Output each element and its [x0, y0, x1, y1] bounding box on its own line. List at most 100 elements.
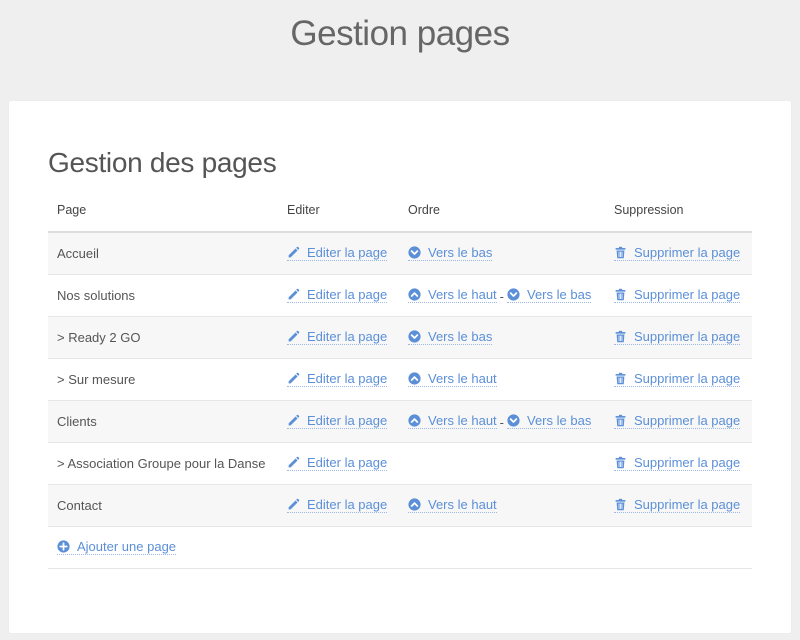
- pencil-icon: [287, 288, 307, 301]
- move-up-link-label: Vers le haut: [428, 287, 497, 302]
- add-page-row: Ajouter une page: [48, 526, 752, 569]
- move-down-link[interactable]: Vers le bas: [408, 329, 493, 345]
- column-header-order: Ordre: [399, 189, 605, 233]
- circle-chevron-down-icon: [408, 330, 428, 343]
- edit-page-link-label: Editer la page: [307, 287, 388, 302]
- trash-icon: [614, 414, 634, 427]
- order-cell: Vers le haut - Vers le bas: [399, 274, 605, 317]
- pencil-icon: [287, 456, 307, 469]
- pages-card: Gestion des pages Page Editer Ordre Supp…: [9, 101, 791, 633]
- edit-page-link[interactable]: Editer la page: [287, 245, 388, 261]
- delete-page-link-label: Supprimer la page: [634, 455, 741, 470]
- table-header-row: Page Editer Ordre Suppression: [48, 189, 752, 233]
- move-down-link[interactable]: Vers le bas: [408, 245, 493, 261]
- move-up-link-label: Vers le haut: [428, 371, 497, 386]
- delete-page-link-label: Supprimer la page: [634, 245, 741, 260]
- edit-page-link-label: Editer la page: [307, 371, 388, 386]
- table-row: > Ready 2 GO Editer la page Vers le bas Sup…: [48, 316, 752, 359]
- pencil-icon: [287, 372, 307, 385]
- circle-chevron-down-icon: [507, 414, 527, 427]
- delete-cell: Supprimer la page: [605, 484, 752, 527]
- move-down-link[interactable]: Vers le bas: [507, 287, 592, 303]
- delete-cell: Supprimer la page: [605, 442, 752, 485]
- edit-cell: Editer la page: [278, 274, 399, 317]
- column-header-page: Page: [48, 189, 278, 233]
- order-cell: Vers le bas: [399, 232, 605, 275]
- move-down-link-label: Vers le bas: [428, 329, 493, 344]
- edit-cell: Editer la page: [278, 316, 399, 359]
- delete-page-link[interactable]: Supprimer la page: [614, 287, 741, 303]
- trash-icon: [614, 372, 634, 385]
- edit-page-link-label: Editer la page: [307, 413, 388, 428]
- trash-icon: [614, 498, 634, 511]
- delete-page-link[interactable]: Supprimer la page: [614, 413, 741, 429]
- delete-page-link[interactable]: Supprimer la page: [614, 455, 741, 471]
- delete-page-link[interactable]: Supprimer la page: [614, 329, 741, 345]
- circle-chevron-down-icon: [408, 246, 428, 259]
- order-cell: Vers le bas: [399, 316, 605, 359]
- add-page-cell: Ajouter une page: [48, 526, 752, 569]
- edit-cell: Editer la page: [278, 484, 399, 527]
- delete-page-link[interactable]: Supprimer la page: [614, 371, 741, 387]
- edit-cell: Editer la page: [278, 358, 399, 401]
- order-cell: [399, 442, 605, 485]
- move-up-link[interactable]: Vers le haut: [408, 371, 497, 387]
- move-down-link-label: Vers le bas: [428, 245, 493, 260]
- trash-icon: [614, 288, 634, 301]
- edit-page-link[interactable]: Editer la page: [287, 413, 388, 429]
- delete-page-link-label: Supprimer la page: [634, 287, 741, 302]
- circle-chevron-down-icon: [507, 288, 527, 301]
- move-up-link[interactable]: Vers le haut: [408, 413, 497, 429]
- edit-page-link[interactable]: Editer la page: [287, 455, 388, 471]
- add-page-link-label: Ajouter une page: [77, 539, 177, 554]
- page-name-cell: > Ready 2 GO: [48, 316, 278, 359]
- edit-page-link-label: Editer la page: [307, 497, 388, 512]
- move-up-link-label: Vers le haut: [428, 413, 497, 428]
- pencil-icon: [287, 246, 307, 259]
- move-up-link[interactable]: Vers le haut: [408, 287, 497, 303]
- delete-cell: Supprimer la page: [605, 400, 752, 443]
- trash-icon: [614, 246, 634, 259]
- table-row: Nos solutions Editer la page Vers le haut -…: [48, 274, 752, 317]
- page-title: Gestion pages: [290, 14, 510, 53]
- delete-page-link[interactable]: Supprimer la page: [614, 497, 741, 513]
- trash-icon: [614, 456, 634, 469]
- delete-cell: Supprimer la page: [605, 232, 752, 275]
- edit-cell: Editer la page: [278, 400, 399, 443]
- circle-chevron-up-icon: [408, 498, 428, 511]
- delete-page-link-label: Supprimer la page: [634, 413, 741, 428]
- column-header-edit: Editer: [278, 189, 399, 233]
- table-row: > Sur mesure Editer la page Vers le haut Su…: [48, 358, 752, 401]
- move-down-link-label: Vers le bas: [527, 413, 592, 428]
- delete-cell: Supprimer la page: [605, 316, 752, 359]
- trash-icon: [614, 330, 634, 343]
- order-separator: -: [499, 289, 504, 304]
- edit-cell: Editer la page: [278, 442, 399, 485]
- edit-page-link[interactable]: Editer la page: [287, 371, 388, 387]
- page-name-cell: Clients: [48, 400, 278, 443]
- add-page-link[interactable]: Ajouter une page: [57, 539, 177, 555]
- delete-page-link-label: Supprimer la page: [634, 329, 741, 344]
- delete-page-link-label: Supprimer la page: [634, 497, 741, 512]
- circle-chevron-up-icon: [408, 372, 428, 385]
- circle-chevron-up-icon: [408, 288, 428, 301]
- edit-page-link[interactable]: Editer la page: [287, 287, 388, 303]
- move-down-link[interactable]: Vers le bas: [507, 413, 592, 429]
- pages-table: Page Editer Ordre Suppression Accueil Edi…: [48, 189, 752, 569]
- table-row: Contact Editer la page Vers le haut Supprim…: [48, 484, 752, 527]
- page-name-cell: > Association Groupe pour la Danse: [48, 442, 278, 485]
- order-cell: Vers le haut: [399, 358, 605, 401]
- order-cell: Vers le haut - Vers le bas: [399, 400, 605, 443]
- order-separator: -: [499, 415, 504, 430]
- page-name-cell: > Sur mesure: [48, 358, 278, 401]
- edit-page-link-label: Editer la page: [307, 455, 388, 470]
- edit-page-link[interactable]: Editer la page: [287, 329, 388, 345]
- table-row: > Association Groupe pour la Danse Editer…: [48, 442, 752, 485]
- delete-page-link-label: Supprimer la page: [634, 371, 741, 386]
- move-up-link-label: Vers le haut: [428, 497, 497, 512]
- order-cell: Vers le haut: [399, 484, 605, 527]
- edit-page-link[interactable]: Editer la page: [287, 497, 388, 513]
- move-up-link[interactable]: Vers le haut: [408, 497, 497, 513]
- page-name-cell: Nos solutions: [48, 274, 278, 317]
- delete-page-link[interactable]: Supprimer la page: [614, 245, 741, 261]
